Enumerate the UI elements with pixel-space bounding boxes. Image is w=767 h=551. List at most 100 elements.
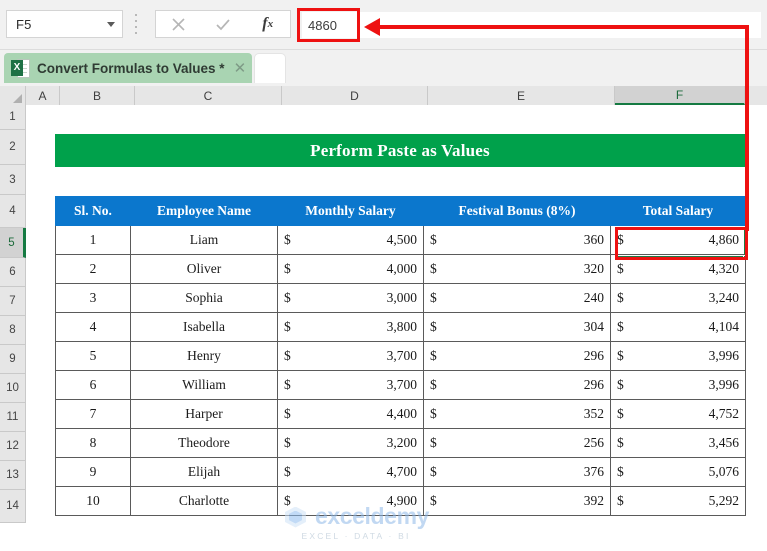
cell-total[interactable]: $3,456 [610,428,746,458]
cell-total[interactable]: $4,752 [610,399,746,429]
cell-sl[interactable]: 2 [55,254,131,284]
table-row[interactable]: 6 William $3,700 $296 $3,996 [55,370,746,400]
column-header-d[interactable]: D [282,86,428,105]
table-row[interactable]: 5 Henry $3,700 $296 $3,996 [55,341,746,371]
cell-bonus[interactable]: $240 [423,283,611,313]
cell-total[interactable]: $3,240 [610,283,746,313]
table-row[interactable]: 8 Theodore $3,200 $256 $3,456 [55,428,746,458]
cell-sl[interactable]: 8 [55,428,131,458]
cell-salary[interactable]: $3,000 [277,283,424,313]
formula-input[interactable]: 4860 [302,12,357,38]
column-header-f[interactable]: F [615,86,745,105]
table-row[interactable]: 3 Sophia $3,000 $240 $3,240 [55,283,746,313]
table-row[interactable]: 2 Oliver $4,000 $320 $4,320 [55,254,746,284]
cell-sl[interactable]: 9 [55,457,131,487]
table-header-total-salary[interactable]: Total Salary [610,196,746,226]
row-header-7[interactable]: 7 [0,287,26,316]
workbook-tab[interactable]: X Convert Formulas to Values * ✕ [4,53,253,83]
cell-total[interactable]: $5,076 [610,457,746,487]
fill-handle[interactable] [743,255,748,260]
row-header-9[interactable]: 9 [0,345,26,374]
row-header-1[interactable]: 1 [0,105,26,130]
column-header-a[interactable]: A [26,86,60,105]
row-header-12[interactable]: 12 [0,432,26,461]
row-header-10[interactable]: 10 [0,374,26,403]
new-tab-button[interactable] [254,53,286,83]
column-header-g[interactable] [745,86,767,105]
table-row[interactable]: 7 Harper $4,400 $352 $4,752 [55,399,746,429]
cell-bonus[interactable]: $360 [423,225,611,255]
cell-sl[interactable]: 1 [55,225,131,255]
formula-input-remainder[interactable] [357,12,761,38]
table-header-bonus[interactable]: Festival Bonus (8%) [423,196,611,226]
table-row[interactable]: 4 Isabella $3,800 $304 $4,104 [55,312,746,342]
cell-bonus[interactable]: $392 [423,486,611,516]
close-tab-icon[interactable]: ✕ [234,61,247,76]
cell-salary[interactable]: $3,700 [277,370,424,400]
table-header-sl-no[interactable]: Sl. No. [55,196,131,226]
cell-name[interactable]: Sophia [130,283,278,313]
cell-bonus[interactable]: $296 [423,370,611,400]
worksheet-grid[interactable]: Perform Paste as Values Sl. No. Employee… [26,105,767,551]
cell-name[interactable]: William [130,370,278,400]
row-header-6[interactable]: 6 [0,258,26,287]
cell-salary[interactable]: $4,700 [277,457,424,487]
cell-total[interactable]: $3,996 [610,370,746,400]
chevron-down-icon[interactable] [100,11,122,37]
cell-name[interactable]: Henry [130,341,278,371]
cell-name[interactable]: Charlotte [130,486,278,516]
cell-sl[interactable]: 6 [55,370,131,400]
cell-name[interactable]: Elijah [130,457,278,487]
cell-salary[interactable]: $4,500 [277,225,424,255]
row-header-13[interactable]: 13 [0,461,26,490]
sheet-title-banner[interactable]: Perform Paste as Values [55,134,745,167]
row-header-8[interactable]: 8 [0,316,26,345]
cell-salary[interactable]: $4,900 [277,486,424,516]
cell-bonus[interactable]: $256 [423,428,611,458]
close-icon[interactable] [156,11,201,37]
cell-sl[interactable]: 10 [55,486,131,516]
cell-salary[interactable]: $3,200 [277,428,424,458]
cell-bonus[interactable]: $296 [423,341,611,371]
cell-sl[interactable]: 7 [55,399,131,429]
cell-name[interactable]: Liam [130,225,278,255]
check-icon[interactable] [201,11,246,37]
row-header-2[interactable]: 2 [0,130,26,165]
cell-sl[interactable]: 5 [55,341,131,371]
select-all-corner[interactable] [0,86,26,105]
column-header-c[interactable]: C [135,86,282,105]
cell-name[interactable]: Oliver [130,254,278,284]
cell-bonus[interactable]: $304 [423,312,611,342]
name-box[interactable]: F5 [6,10,123,38]
cell-bonus[interactable]: $352 [423,399,611,429]
cell-total[interactable]: $4,320 [610,254,746,284]
table-row[interactable]: 10 Charlotte $4,900 $392 $5,292 [55,486,746,516]
cell-salary[interactable]: $4,000 [277,254,424,284]
cell-salary[interactable]: $4,400 [277,399,424,429]
cell-salary[interactable]: $3,700 [277,341,424,371]
cell-name[interactable]: Harper [130,399,278,429]
fx-icon[interactable]: fx [245,11,290,37]
table-header-monthly[interactable]: Monthly Salary [277,196,424,226]
cell-total[interactable]: $3,996 [610,341,746,371]
table-header-employee[interactable]: Employee Name [130,196,278,226]
cell-name[interactable]: Theodore [130,428,278,458]
cell-salary[interactable]: $3,800 [277,312,424,342]
column-header-b[interactable]: B [60,86,135,105]
cell-total[interactable]: $4,104 [610,312,746,342]
cell-bonus[interactable]: $320 [423,254,611,284]
cell-bonus[interactable]: $376 [423,457,611,487]
row-header-11[interactable]: 11 [0,403,26,432]
cell-total[interactable]: $5,292 [610,486,746,516]
row-header-4[interactable]: 4 [0,195,26,228]
cell-name[interactable]: Isabella [130,312,278,342]
cell-sl[interactable]: 4 [55,312,131,342]
cell-sl[interactable]: 3 [55,283,131,313]
row-header-3[interactable]: 3 [0,165,26,195]
row-header-5[interactable]: 5 [0,228,26,258]
cell-total[interactable]: $4,860 [610,225,746,255]
column-header-e[interactable]: E [428,86,615,105]
table-row[interactable]: 1 Liam $4,500 $360 $4,860 [55,225,746,255]
table-row[interactable]: 9 Elijah $4,700 $376 $5,076 [55,457,746,487]
row-header-14[interactable]: 14 [0,490,26,523]
